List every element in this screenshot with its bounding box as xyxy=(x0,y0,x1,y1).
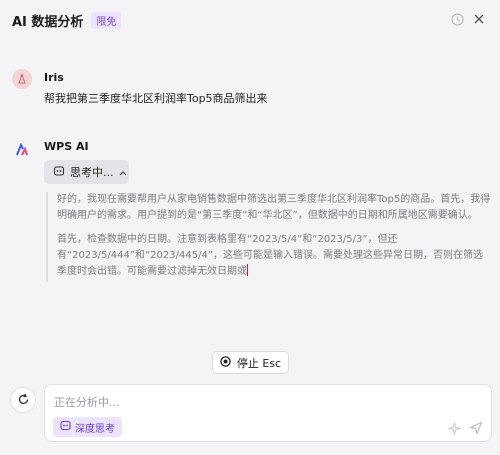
thinking-paragraph-1: 好的，我现在需要帮用户从家电销售数据中筛选出第三季度华北区利润率Top5的商品。… xyxy=(57,194,491,221)
deep-think-button[interactable]: 深度思考 xyxy=(53,417,122,437)
text-cursor xyxy=(247,264,248,276)
user-name: Iris xyxy=(44,71,64,84)
user-avatar xyxy=(12,69,32,89)
deep-think-icon xyxy=(60,420,71,434)
new-chat-button[interactable] xyxy=(10,387,36,413)
refresh-icon xyxy=(17,391,30,410)
page-title: AI 数据分析 xyxy=(12,14,84,30)
close-icon[interactable] xyxy=(472,12,486,26)
ai-name: WPS AI xyxy=(44,140,89,153)
thinking-label: 思考中... xyxy=(70,166,114,179)
send-icon[interactable] xyxy=(469,421,483,435)
free-badge: 限免 xyxy=(91,11,122,29)
deep-think-label: 深度思考 xyxy=(75,423,115,435)
header: AI 数据分析 限免 xyxy=(0,0,500,40)
chat-input[interactable]: 正在分析中... 深度思考 xyxy=(44,384,492,442)
clock-icon[interactable] xyxy=(450,12,464,26)
wps-ai-logo-icon xyxy=(12,140,32,160)
sparkle-icon[interactable] xyxy=(447,421,461,435)
chevron-up-icon xyxy=(119,166,127,179)
thinking-icon xyxy=(53,165,65,180)
stop-icon xyxy=(220,355,231,370)
thinking-toggle-button[interactable]: 思考中... xyxy=(44,160,129,184)
stop-label: 停止 Esc xyxy=(236,356,282,370)
input-placeholder: 正在分析中... xyxy=(54,396,120,409)
user-message-text: 帮我把第三季度华北区利润率Top5商品筛出来 xyxy=(44,92,268,105)
stop-button[interactable]: 停止 Esc xyxy=(212,351,289,374)
thinking-paragraph-2: 首先，检查数据中的日期。注意到表格里有“2023/5/4”和“2023/5/3”… xyxy=(57,234,483,277)
thinking-content: 好的，我现在需要帮用户从家电销售数据中筛选出第三季度华北区利润率Top5的商品。… xyxy=(46,192,492,282)
